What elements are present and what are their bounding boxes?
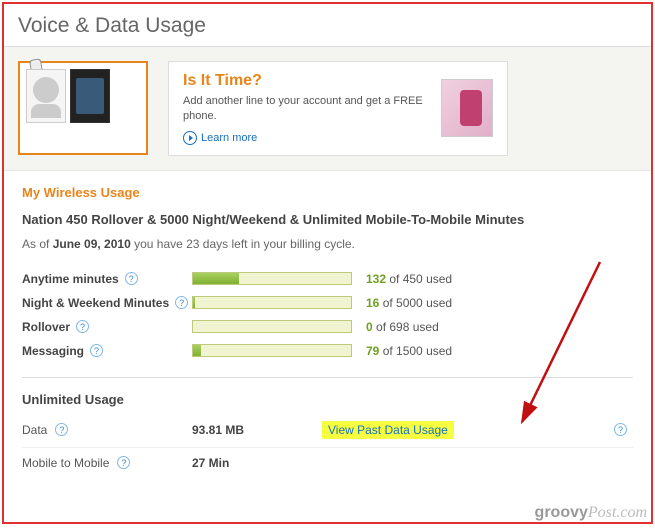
learn-more-link[interactable]: Learn more — [183, 131, 429, 145]
usage-value: 79 of 1500 used — [366, 344, 452, 358]
usage-bar — [192, 344, 352, 357]
usage-value: 16 of 5000 used — [366, 296, 452, 310]
usage-row: Anytime minutes? 132 of 450 used — [22, 267, 633, 291]
account-strip: Is It Time? Add another line to your acc… — [4, 47, 651, 171]
usage-value: 0 of 698 used — [366, 320, 439, 334]
help-icon[interactable]: ? — [117, 456, 130, 469]
usage-label: Night & Weekend Minutes — [22, 296, 169, 310]
divider — [22, 377, 633, 378]
promo-image — [441, 79, 493, 137]
help-icon[interactable]: ? — [55, 423, 68, 436]
m2m-value: 27 Min — [192, 456, 322, 470]
help-icon[interactable]: ? — [614, 423, 627, 436]
data-label: Data — [22, 423, 47, 437]
play-icon — [183, 131, 197, 145]
metered-usage-table: Anytime minutes? 132 of 450 used Night & W… — [22, 267, 633, 363]
promo-subtitle: Add another line to your account and get… — [183, 94, 429, 125]
promo-banner: Is It Time? Add another line to your acc… — [168, 61, 508, 156]
promo-title: Is It Time? — [183, 72, 429, 90]
phone-number-redacted — [26, 129, 140, 147]
usage-bar — [192, 296, 352, 309]
usage-label: Anytime minutes — [22, 272, 119, 286]
m2m-label: Mobile to Mobile — [22, 456, 109, 470]
usage-bar — [192, 272, 352, 285]
view-past-data-usage-link[interactable]: View Past Data Usage — [322, 421, 454, 439]
help-icon[interactable]: ? — [76, 320, 89, 333]
learn-more-label: Learn more — [201, 132, 257, 144]
plan-name: Nation 450 Rollover & 5000 Night/Weekend… — [22, 212, 633, 227]
unlimited-data-row: Data ? 93.81 MB View Past Data Usage ? — [22, 413, 633, 448]
usage-label: Messaging — [22, 344, 84, 358]
usage-value: 132 of 450 used — [366, 272, 452, 286]
profile-thumb[interactable] — [26, 69, 66, 123]
help-icon[interactable]: ? — [90, 344, 103, 357]
data-value: 93.81 MB — [192, 423, 322, 437]
account-selector[interactable] — [18, 61, 148, 155]
unlimited-m2m-row: Mobile to Mobile ? 27 Min — [22, 448, 633, 478]
page-title: Voice & Data Usage — [4, 4, 651, 47]
device-thumb[interactable] — [70, 69, 110, 123]
billing-cycle-status: As of June 09, 2010 you have 23 days lef… — [22, 237, 633, 251]
usage-row: Rollover? 0 of 698 used — [22, 315, 633, 339]
usage-row: Night & Weekend Minutes? 16 of 5000 used — [22, 291, 633, 315]
unlimited-header: Unlimited Usage — [22, 392, 633, 407]
usage-bar — [192, 320, 352, 333]
usage-label: Rollover — [22, 320, 70, 334]
help-icon[interactable]: ? — [175, 296, 188, 309]
usage-row: Messaging? 79 of 1500 used — [22, 339, 633, 363]
section-title: My Wireless Usage — [22, 185, 633, 200]
help-icon[interactable]: ? — [125, 272, 138, 285]
